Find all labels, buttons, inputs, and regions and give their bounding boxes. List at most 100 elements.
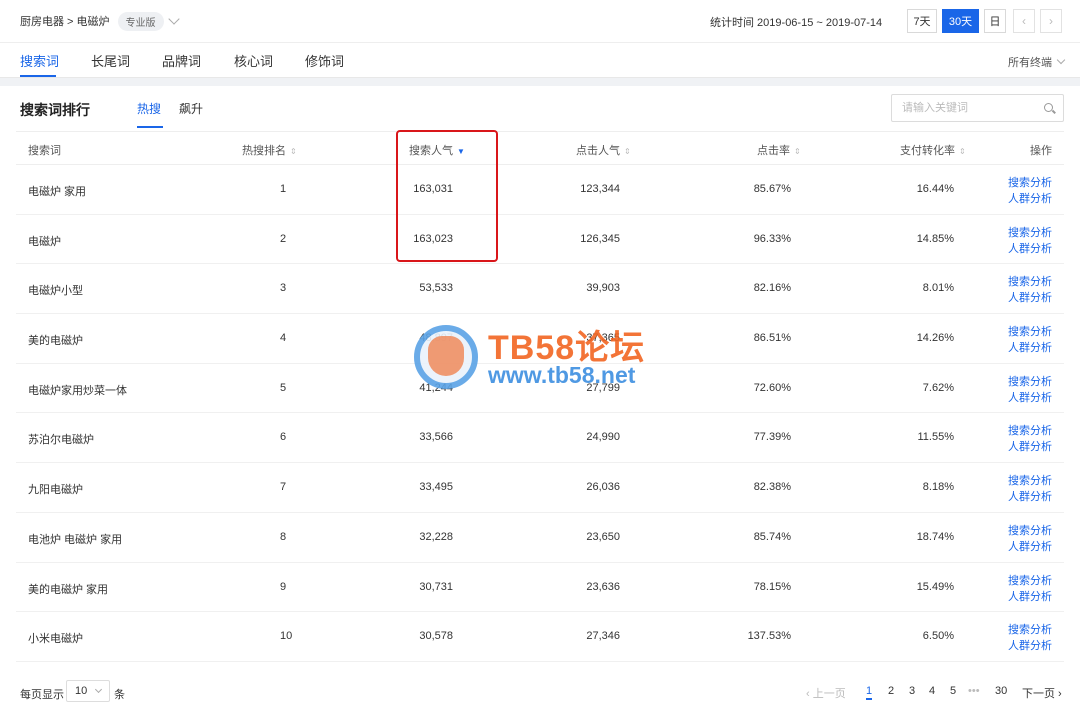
tab-brand-terms[interactable]: 品牌词 (162, 51, 201, 70)
audience-analysis-link[interactable]: 人群分析 (1008, 439, 1052, 455)
cell-search-popularity: 33,566 (419, 431, 453, 444)
page-5-button[interactable]: 5 (950, 685, 956, 697)
edition-badge: 专业版 (117, 11, 164, 31)
search-analysis-link[interactable]: 搜索分析 (1008, 374, 1052, 390)
range-30d-button[interactable]: 30天 (942, 9, 979, 33)
table-row: 美的电磁炉 家用 9 30,731 23,636 78.15% 15.49% 搜索分析 人群分… (16, 563, 1064, 613)
cell-search-term: 电池炉 电磁炉 家用 (28, 533, 123, 546)
column-header-click-popularity-label: 点击人气 (576, 145, 620, 157)
prev-page-button[interactable]: ‹ 上一页 (806, 685, 846, 701)
range-7d-button[interactable]: 7天 (907, 9, 937, 33)
search-analysis-link[interactable]: 搜索分析 (1008, 274, 1052, 290)
prev-period-button[interactable]: ‹ (1013, 9, 1035, 33)
pagination-ellipsis[interactable]: ••• (968, 685, 980, 697)
search-analysis-link[interactable]: 搜索分析 (1008, 523, 1052, 539)
next-period-button[interactable]: › (1040, 9, 1062, 33)
cell-hot-rank: 5 (280, 381, 287, 394)
audience-analysis-link[interactable]: 人群分析 (1008, 340, 1052, 356)
row-actions: 搜索分析 人群分析 (1008, 573, 1052, 605)
cell-conversion-rate: 11.55% (917, 431, 955, 444)
search-analysis-link[interactable]: 搜索分析 (1008, 225, 1052, 241)
cell-click-popularity: 126,345 (580, 232, 620, 245)
search-term-table: 搜索词 热搜排名 ⇕ 搜索人气 ▼ 点击人气 ⇕ 点击率 ⇕ 支付转化率 ⇕ 操作 电磁炉… (16, 131, 1064, 662)
column-header-rank[interactable]: 热搜排名 ⇕ (242, 142, 297, 158)
column-header-term: 搜索词 (28, 145, 61, 157)
active-tab-indicator (20, 75, 56, 77)
per-page-value: 10 (75, 685, 88, 697)
search-analysis-link[interactable]: 搜索分析 (1008, 175, 1052, 191)
page-2-button[interactable]: 2 (888, 685, 894, 697)
row-actions: 搜索分析 人群分析 (1008, 175, 1052, 207)
table-row: 小米电磁炉 10 30,578 27,346 137.53% 6.50% 搜索分析 人群分析 (16, 612, 1064, 662)
table-body: 电磁炉 家用 1 163,031 123,344 85.67% 16.44% 搜索分析 人群分… (16, 165, 1064, 662)
cell-click-rate: 96.33% (753, 232, 791, 245)
search-analysis-link[interactable]: 搜索分析 (1008, 423, 1052, 439)
column-header-click-popularity[interactable]: 点击人气 ⇕ (576, 142, 631, 158)
cell-click-rate: 86.51% (753, 332, 791, 345)
per-page-select[interactable]: 10 (66, 680, 110, 702)
chevron-down-icon[interactable] (167, 13, 180, 25)
search-analysis-link[interactable]: 搜索分析 (1008, 622, 1052, 638)
audience-analysis-link[interactable]: 人群分析 (1008, 241, 1052, 257)
cell-hot-rank: 7 (280, 481, 287, 494)
cell-conversion-rate: 8.18% (922, 481, 954, 494)
cell-search-term: 电磁炉 (28, 235, 61, 248)
cell-click-rate: 85.74% (753, 530, 791, 543)
audience-analysis-link[interactable]: 人群分析 (1008, 390, 1052, 406)
cell-click-popularity: 27,346 (586, 630, 620, 643)
sort-icon: ⇕ (959, 147, 966, 156)
subtab-rising[interactable]: 飙升 (179, 100, 203, 117)
row-actions: 搜索分析 人群分析 (1008, 274, 1052, 306)
tab-core-terms[interactable]: 核心词 (234, 51, 273, 70)
row-actions: 搜索分析 人群分析 (1008, 423, 1052, 455)
tab-long-tail-terms[interactable]: 长尾词 (91, 51, 130, 70)
breadcrumb[interactable]: 厨房电器 > 电磁炉 (20, 13, 110, 29)
search-analysis-link[interactable]: 搜索分析 (1008, 473, 1052, 489)
column-header-ctr-label: 点击率 (757, 145, 790, 157)
audience-analysis-link[interactable]: 人群分析 (1008, 539, 1052, 555)
row-actions: 搜索分析 人群分析 (1008, 225, 1052, 257)
cell-click-popularity: 39,903 (586, 282, 620, 295)
cell-click-rate: 137.53% (747, 630, 791, 643)
search-icon[interactable] (1044, 103, 1053, 112)
cell-click-rate: 82.16% (753, 282, 791, 295)
chevron-down-icon (94, 685, 103, 694)
audience-analysis-link[interactable]: 人群分析 (1008, 191, 1052, 207)
page-last-button[interactable]: 30 (995, 685, 1007, 697)
row-actions: 搜索分析 人群分析 (1008, 324, 1052, 356)
device-filter[interactable]: 所有终端 (1008, 54, 1066, 70)
audience-analysis-link[interactable]: 人群分析 (1008, 589, 1052, 605)
next-page-button[interactable]: 下一页 › (1022, 685, 1062, 701)
cell-click-popularity: 23,636 (586, 580, 620, 593)
cell-search-term: 电磁炉 家用 (28, 186, 87, 198)
tab-modifier-terms[interactable]: 修饰词 (305, 51, 344, 70)
column-header-conversion[interactable]: 支付转化率 ⇕ (900, 142, 966, 158)
tab-search-terms[interactable]: 搜索词 (20, 51, 59, 70)
cell-hot-rank: 1 (280, 183, 287, 195)
cell-search-term: 电磁炉小型 (28, 285, 83, 298)
search-analysis-link[interactable]: 搜索分析 (1008, 573, 1052, 589)
audience-analysis-link[interactable]: 人群分析 (1008, 290, 1052, 306)
page-3-button[interactable]: 3 (909, 685, 915, 697)
cell-hot-rank: 6 (280, 431, 287, 444)
tab-bar: 搜索词 长尾词 品牌词 核心词 修饰词 所有终端 (0, 42, 1080, 78)
page-4-button[interactable]: 4 (929, 685, 935, 697)
cell-click-rate: 78.15% (753, 580, 791, 593)
search-analysis-link[interactable]: 搜索分析 (1008, 324, 1052, 340)
row-actions: 搜索分析 人群分析 (1008, 622, 1052, 654)
cell-conversion-rate: 14.85% (916, 232, 954, 245)
cell-conversion-rate: 18.74% (916, 530, 954, 543)
cell-search-term: 美的电磁炉 (28, 335, 83, 348)
subtab-hot[interactable]: 热搜 (137, 100, 161, 117)
page-1-button[interactable]: 1 (866, 685, 873, 700)
cell-conversion-rate: 16.44% (916, 183, 954, 195)
cell-search-popularity: 30,731 (419, 580, 453, 593)
column-header-ctr[interactable]: 点击率 ⇕ (757, 142, 801, 158)
table-footer: 每页显示 10 条 ‹ 上一页 1 2 3 4 5 ••• 30 下一页 › (20, 680, 1064, 704)
range-day-button[interactable]: 日 (984, 9, 1006, 33)
audience-analysis-link[interactable]: 人群分析 (1008, 638, 1052, 654)
cell-click-popularity: 26,036 (586, 481, 620, 494)
audience-analysis-link[interactable]: 人群分析 (1008, 489, 1052, 505)
keyword-search-input[interactable] (892, 95, 1032, 121)
cell-search-popularity: 53,533 (419, 282, 453, 295)
